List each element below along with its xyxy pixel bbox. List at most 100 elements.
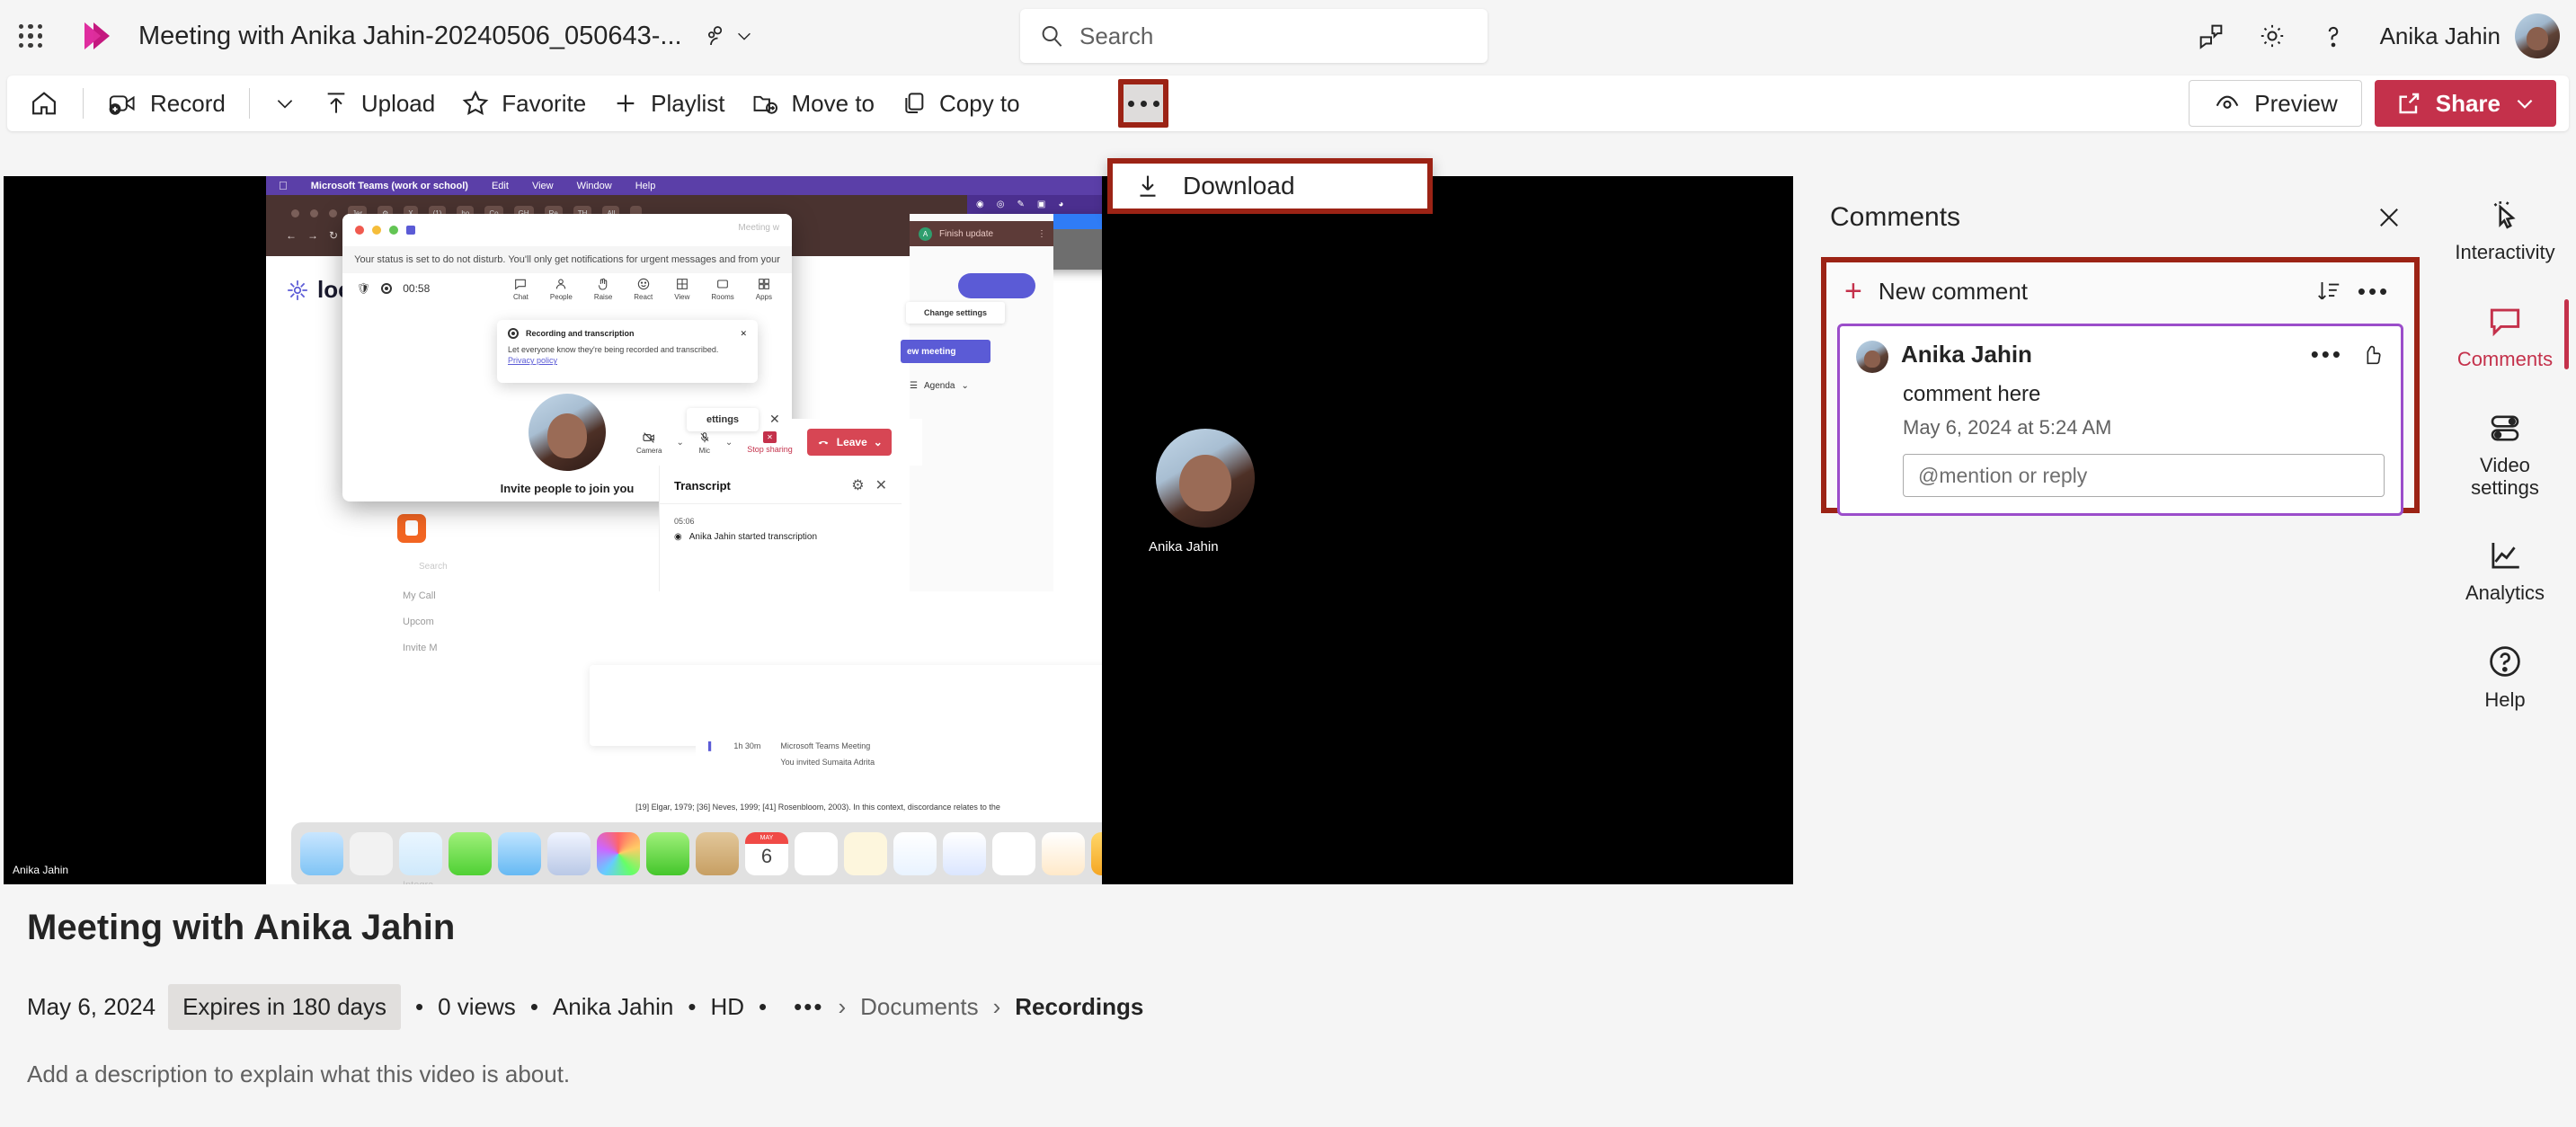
more-icon[interactable]: ••• <box>2311 341 2343 368</box>
meta-owner: Anika Jahin <box>552 993 674 1020</box>
record-caret-button[interactable] <box>261 81 309 126</box>
teams-view-tool[interactable]: View <box>674 277 689 301</box>
mic-control[interactable]: Mic <box>698 430 711 455</box>
command-toolbar: Record Upload Favorite Playlist Move to … <box>7 75 2569 131</box>
teams-right-panel <box>910 214 1053 591</box>
avatar[interactable] <box>2515 13 2560 58</box>
copy-icon <box>905 93 924 113</box>
apps-icon <box>758 279 769 289</box>
sidebar-item-analytics[interactable]: Analytics <box>2438 526 2572 615</box>
close-icon[interactable]: ✕ <box>875 476 887 494</box>
teams-react-tool[interactable]: React <box>634 277 653 301</box>
transcript-time: 05:06 <box>674 517 695 526</box>
comment-reply-input[interactable]: @mention or reply <box>1903 454 2385 497</box>
dock-maps-icon <box>547 832 591 875</box>
teams-people-tool[interactable]: People <box>550 277 573 301</box>
question-icon[interactable] <box>2303 5 2364 67</box>
meta-more-button[interactable]: ••• <box>794 993 823 1021</box>
breadcrumb-chevron-1: › <box>838 993 847 1020</box>
playlist-button[interactable]: Playlist <box>599 81 737 126</box>
camera-control[interactable]: Camera <box>636 430 662 455</box>
more-options-button[interactable] <box>1118 79 1168 128</box>
home-button[interactable] <box>16 81 72 126</box>
preview-button[interactable]: Preview <box>2189 80 2362 127</box>
sort-comments-button[interactable] <box>2306 269 2351 314</box>
search-input[interactable]: Search <box>1020 9 1488 63</box>
leave-button[interactable]: Leave ⌄ <box>806 429 892 456</box>
description-placeholder[interactable]: Add a description to explain what this v… <box>27 1060 2576 1088</box>
sidebar-item-help[interactable]: Help <box>2438 631 2572 722</box>
transcript-body: 05:06 ◉ Anika Jahin started transcriptio… <box>660 503 902 555</box>
popup-title: Recording and transcription <box>526 329 635 338</box>
teams-window-titlebar: Meeting w <box>342 214 792 246</box>
agenda-row[interactable]: ☰ Agenda ⌄ <box>910 381 969 391</box>
chevron-down-icon-2[interactable]: ⌄ <box>725 438 733 448</box>
loom-nav-1: Upcom <box>403 617 434 627</box>
toolbar-divider <box>83 88 84 119</box>
dock-contacts-icon <box>696 832 739 875</box>
meta-dot-4: • <box>759 993 768 1020</box>
stop-sharing-control[interactable]: ✕ Stop sharing <box>747 430 793 454</box>
change-settings-tooltip[interactable]: Change settings <box>906 302 1005 324</box>
sidebar-item-interactivity[interactable]: Interactivity <box>2438 185 2572 274</box>
top-header: Meeting with Anika Jahin-20240506_050643… <box>0 0 2576 72</box>
people-access-button[interactable] <box>702 22 754 49</box>
favorite-button[interactable]: Favorite <box>448 81 599 126</box>
new-meeting-label: ew meeting <box>907 346 956 357</box>
loom-nav-list: My Call Upcom Invite M <box>403 590 438 653</box>
new-meeting-button[interactable]: ew meeting <box>901 340 990 363</box>
share-button[interactable]: Share <box>2374 80 2556 127</box>
sidebar-item-comments[interactable]: Comments <box>2438 290 2572 381</box>
chevron-down-icon <box>277 100 292 109</box>
header-actions: Anika Jahin <box>2181 0 2560 72</box>
thumbs-up-icon[interactable] <box>2359 342 2385 368</box>
right-rail: Interactivity Comments Video settings An… <box>2434 176 2576 877</box>
mic-off-icon <box>700 431 709 442</box>
copy-to-label: Copy to <box>939 89 1020 117</box>
upload-button[interactable]: Upload <box>309 81 448 126</box>
privacy-policy-link[interactable]: Privacy policy <box>508 356 557 365</box>
close-badge-icon: ✕ <box>763 430 777 443</box>
comment-actions: ••• <box>2311 341 2385 368</box>
mac-menu-window: Window <box>567 180 612 191</box>
copy-to-button[interactable]: Copy to <box>887 81 1033 126</box>
close-comments-button[interactable] <box>2367 196 2411 239</box>
breadcrumb-documents[interactable]: Documents <box>860 993 979 1021</box>
star-icon <box>462 90 489 116</box>
avatar-initial: A <box>919 226 932 241</box>
participant-name: Anika Jahin <box>1149 539 1219 555</box>
teams-chat-tool[interactable]: Chat <box>513 277 529 301</box>
video-metadata: Meeting with Anika Jahin May 6, 2024 Exp… <box>0 890 2576 1127</box>
emoji-icon <box>637 278 649 290</box>
close-icon[interactable]: ✕ <box>769 412 780 427</box>
page-title: Meeting with Anika Jahin <box>27 908 456 947</box>
chevron-down-icon[interactable]: ⌄ <box>676 438 683 448</box>
video-player-stage[interactable]:  Microsoft Teams (work or school) Edit … <box>4 176 1793 884</box>
new-comment-row[interactable]: + New comment ••• <box>1826 262 2414 320</box>
dock-chrome-icon <box>992 832 1035 875</box>
record-menubar-icon: ◎ <box>996 200 1005 209</box>
close-icon[interactable]: ✕ <box>740 329 747 339</box>
settings-chip[interactable]: ettings <box>687 408 759 431</box>
download-menu-item[interactable]: Download <box>1107 158 1433 214</box>
teams-raise-tool[interactable]: Raise <box>594 277 612 301</box>
sidebar-item-video-settings[interactable]: Video settings <box>2438 398 2572 510</box>
move-to-button[interactable]: Move to <box>738 81 888 126</box>
feedback-icon[interactable] <box>2181 5 2242 67</box>
comments-more-button[interactable]: ••• <box>2351 269 2396 314</box>
teams-rooms-tool[interactable]: Rooms <box>711 277 734 301</box>
teams-apps-tool[interactable]: Apps <box>756 277 772 301</box>
dock-reminders-icon <box>795 832 838 875</box>
finish-update-label: Finish update <box>939 228 994 239</box>
gear-icon[interactable] <box>2242 5 2303 67</box>
app-launcher-icon[interactable] <box>11 16 50 56</box>
stream-logo-icon[interactable] <box>70 12 119 60</box>
record-button[interactable]: Record <box>94 81 238 126</box>
finish-update-banner[interactable]: A Finish update ⋮ <box>910 221 1053 246</box>
gear-icon[interactable]: ⚙ <box>851 476 864 494</box>
meta-dot-2: • <box>529 993 538 1020</box>
breadcrumb-recordings[interactable]: Recordings <box>1015 993 1143 1021</box>
move-to-label: Move to <box>791 89 875 117</box>
comment-date: May 6, 2024 at 5:24 AM <box>1903 416 2112 439</box>
more-icon: ⋮ <box>1037 228 1046 239</box>
